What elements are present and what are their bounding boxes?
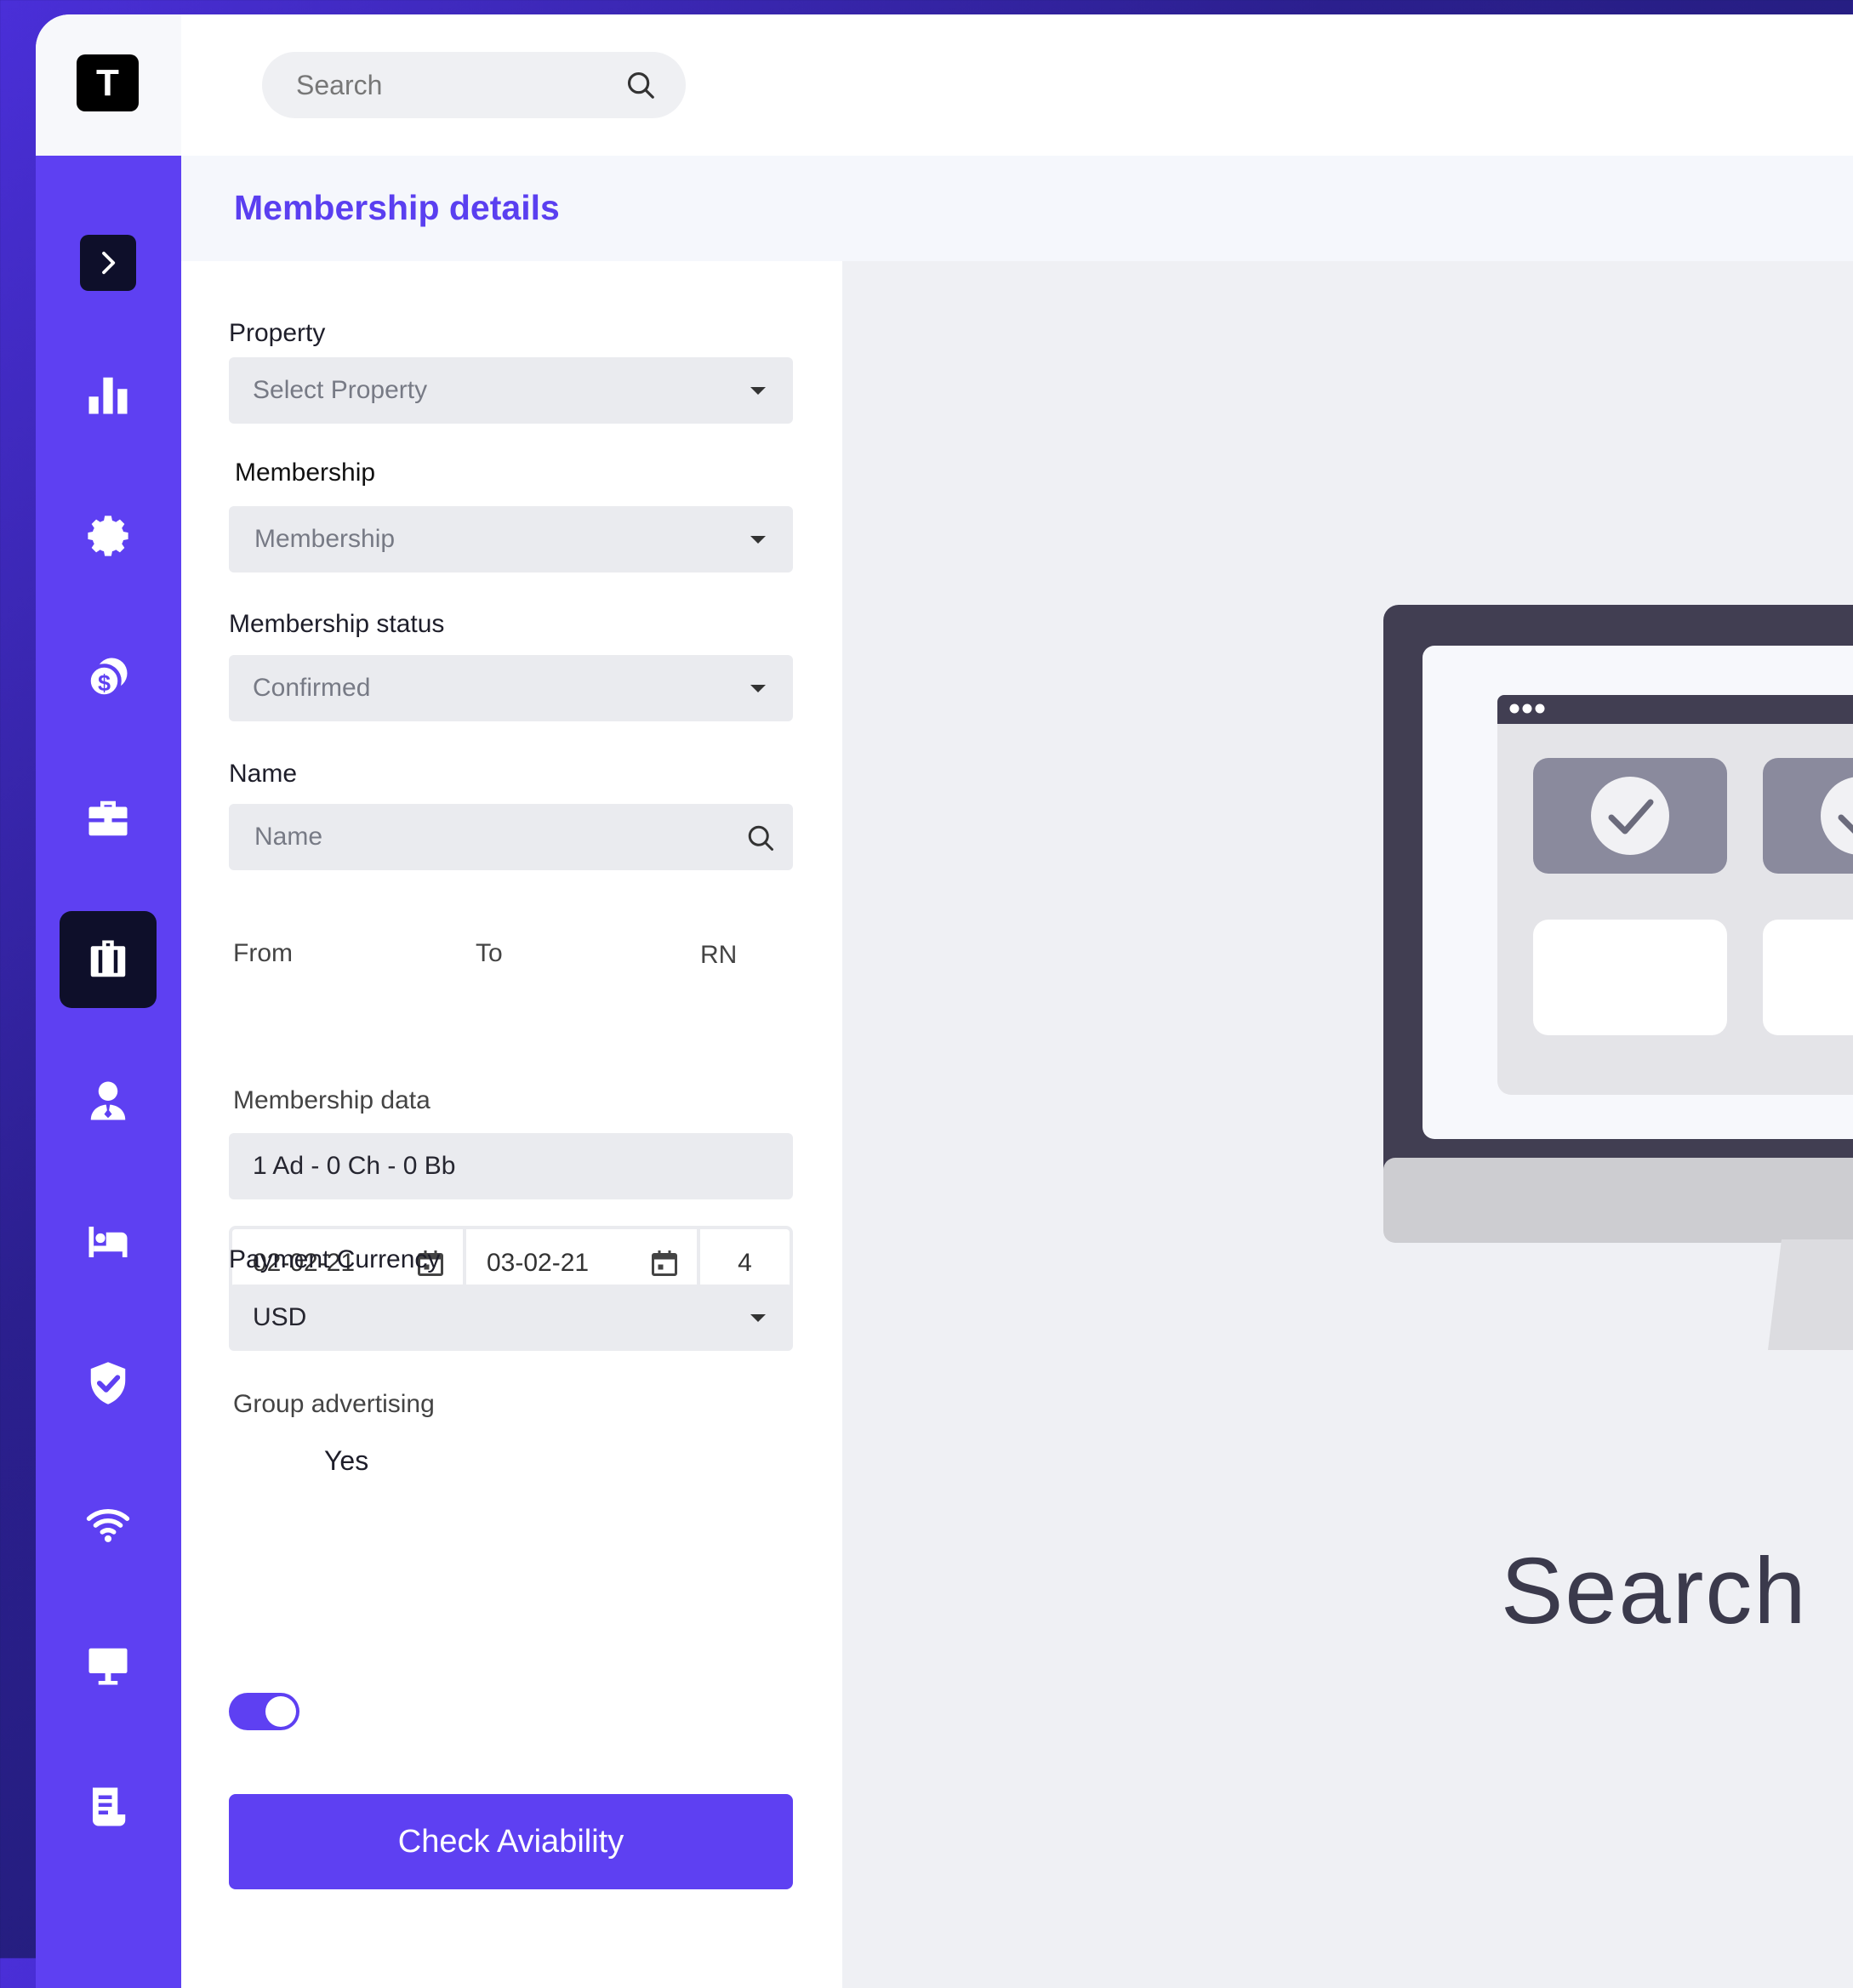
sidebar-item-business[interactable] [60,770,157,867]
rn-value: 4 [738,1249,752,1277]
user-icon [90,1081,126,1120]
empty-card [1763,920,1853,1035]
name-search-field[interactable]: Name [229,804,793,870]
chevron-right-icon [102,251,116,275]
property-select[interactable]: Select Property [229,357,793,424]
calendar-icon[interactable] [649,1248,680,1279]
membership-select[interactable]: Membership [229,506,793,572]
name-input-placeholder: Name [254,823,323,851]
caret-down-icon [750,1314,766,1322]
membership-label: Membership [235,459,376,487]
to-label: To [476,939,503,967]
group-advertising-toggle[interactable] [229,1693,299,1730]
membership-data-field[interactable]: 1 Ad - 0 Ch - 0 Bb [229,1133,793,1199]
expand-sidebar-button[interactable] [80,235,136,291]
caret-down-icon [750,536,766,544]
bar-chart-icon [88,377,128,414]
luggage-icon [90,940,126,977]
group-advertising-label: Group advertising [233,1390,435,1418]
top-bar [181,14,1853,156]
membership-select-value: Membership [254,525,396,553]
sidebar-item-statistics[interactable] [60,346,157,443]
sidebar-item-memberships[interactable] [60,911,157,1008]
membership-form: Property Select Property Membership Memb… [181,261,842,1988]
caret-down-icon [750,387,766,395]
check-availability-button[interactable]: Check Aviability [229,1794,793,1889]
membership-status-label: Membership status [229,610,445,638]
monitor-chin [1383,1158,1853,1243]
monitor-illustration [1383,605,1853,1350]
preview-area [842,261,1853,1988]
sidebar-item-finance[interactable]: $ [60,629,157,726]
search-input[interactable] [294,68,621,102]
search-icon[interactable] [745,823,776,853]
payment-currency-select[interactable]: USD [229,1285,793,1351]
monitor-stand [1768,1239,1853,1350]
coins-icon: $ [87,658,128,698]
app-logo[interactable]: T [77,54,139,111]
to-date-value: 03-02-21 [487,1249,590,1277]
logo-area: T [36,14,181,156]
payment-currency-label: Payment Currency [229,1245,441,1273]
sidebar-item-rooms[interactable] [60,1193,157,1290]
window-dot [1535,703,1545,714]
empty-card [1533,920,1727,1035]
sidebar: $ [36,156,181,1988]
page-title: Membership details [234,188,560,227]
app-window: T $ Search Membership details Property S… [36,14,1853,1988]
payment-currency-value: USD [253,1303,307,1331]
sidebar-item-settings[interactable] [60,487,157,584]
preview-headline: Search A [1501,1539,1808,1643]
from-label: From [233,939,293,967]
page-header: Membership details [181,156,1853,261]
gear-icon [88,516,128,556]
rn-label: RN [700,941,738,969]
check-circle [1591,777,1669,855]
membership-status-value: Confirmed [253,674,371,702]
membership-data-value: 1 Ad - 0 Ch - 0 Bb [253,1152,456,1180]
caret-down-icon [750,685,766,692]
search-icon[interactable] [624,69,657,101]
window-dot [1509,703,1519,714]
property-label: Property [229,319,326,347]
monitor-icon [88,1648,128,1685]
group-advertising-toggle-label: Yes [324,1445,369,1476]
svg-text:$: $ [98,670,111,696]
window-dot [1522,703,1532,714]
sidebar-item-connectivity[interactable] [60,1476,157,1573]
wifi-icon [86,1509,130,1542]
membership-data-label: Membership data [233,1086,430,1114]
property-select-value: Select Property [253,376,428,404]
search-box [262,52,686,118]
sidebar-item-devices[interactable] [60,1617,157,1714]
sidebar-item-users[interactable] [60,1052,157,1149]
shield-check-icon [90,1362,126,1404]
sidebar-item-security[interactable] [60,1335,157,1432]
bed-icon [88,1227,128,1257]
membership-status-select[interactable]: Confirmed [229,655,793,721]
briefcase-icon [88,800,128,836]
document-icon [93,1787,126,1826]
toggle-knob [265,1696,296,1727]
sidebar-item-reports[interactable] [60,1758,157,1855]
name-label: Name [229,760,298,788]
